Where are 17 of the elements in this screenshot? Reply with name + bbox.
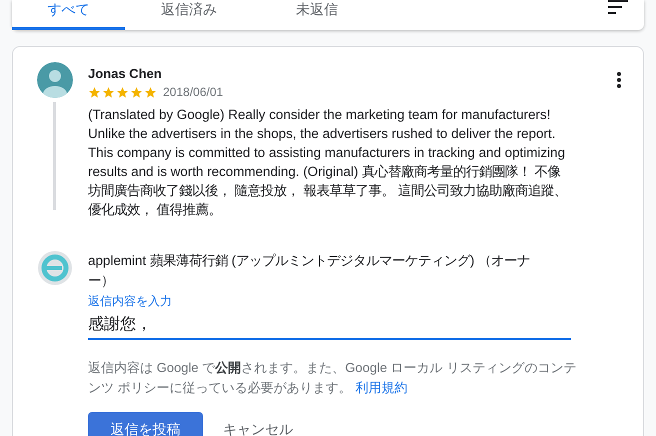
tab[interactable]: 返信済み bbox=[125, 0, 253, 30]
logo-icon bbox=[38, 250, 72, 284]
tab[interactable]: すべて bbox=[12, 0, 125, 30]
sort-icon[interactable] bbox=[608, 0, 628, 14]
more-icon[interactable] bbox=[617, 72, 621, 88]
terms-link[interactable]: 利用規約 bbox=[355, 380, 408, 394]
review-text: (Translated by Google) Really consider the marketing team for manufacturers! Unlike the advertisers in the shops, the advertisers rushed to deliver the report. This company is committed to assisting manufacturers in tracking and optimizing results and is worth recommending. (Original) 真心替廠商考量的行銷團隊！ 不像坊間廣告商收了錢以後， 隨意投放， 報表草草了事。 這間公司致力協助廠商追蹤、優化成效， 值得推薦。 bbox=[88, 106, 568, 219]
policy-text: 返信内容は Google で公開されます。また、Google ローカル リスティングのコンテンツ ポリシーに従っている必要があります。 利用規約 bbox=[88, 358, 578, 396]
field-label: 返信内容を入力 bbox=[88, 292, 173, 310]
owner-name: applemint 蘋果薄荷行銷 (アップルミントデジタルマーケティング) （オーナー） bbox=[88, 252, 532, 290]
post-reply-button[interactable]: 返信を投稿 bbox=[88, 412, 203, 436]
reply-input[interactable]: 感謝您， bbox=[88, 312, 571, 340]
cancel-button[interactable]: キャンセル bbox=[217, 412, 299, 436]
tab[interactable]: 未返信 bbox=[253, 0, 381, 30]
author-name: Jonas Chen bbox=[88, 66, 163, 82]
review-date: 2018/06/01 bbox=[163, 85, 224, 99]
avatar-icon bbox=[36, 62, 72, 98]
